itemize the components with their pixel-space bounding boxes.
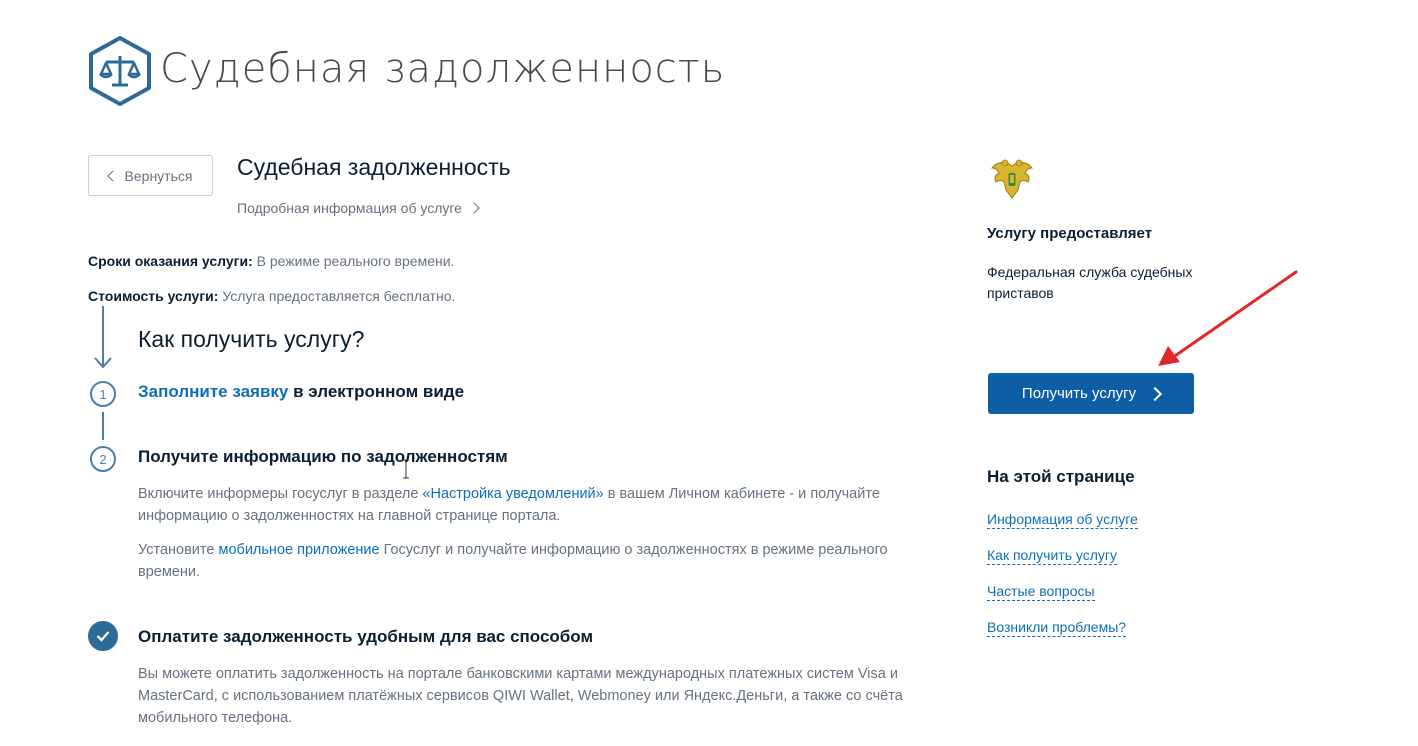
chevron-left-icon [106,170,119,182]
back-button-label: Вернуться [124,167,193,184]
step-2-p1-before: Включите информеры госуслуг в разделе [138,486,419,502]
anchor-how-to-get[interactable]: Как получить услугу [987,547,1118,565]
double-headed-eagle-emblem-icon [991,159,1033,199]
service-terms-label: Сроки оказания услуги: [88,253,253,269]
step-2-marker: 2 [90,446,116,472]
anchor-problems[interactable]: Возникли проблемы? [987,619,1127,637]
service-details-link[interactable]: Подробная информация об услуге [237,200,480,216]
how-to-heading: Как получить услугу? [138,326,365,352]
service-details-label: Подробная информация об услуге [237,200,462,216]
service-cost-label: Стоимость услуги: [88,288,219,304]
step-2-paragraph-2: Установите мобильное приложение Госуслуг… [138,539,928,583]
fill-application-link[interactable]: Заполните заявку [138,382,288,401]
steps-timeline [94,306,112,624]
step-1-number: 1 [99,386,107,402]
step-2-title: Получите информацию по задолженностям [138,447,508,466]
step-1-title: Заполните заявку в электронном виде [138,382,464,402]
get-service-button[interactable]: Получить услугу [988,373,1194,414]
service-cost: Стоимость услуги: Услуга предоставляется… [88,288,455,304]
anchor-faq[interactable]: Частые вопросы [987,583,1095,601]
step-3-text: Вы можете оплатить задолженность на порт… [138,666,903,726]
notification-settings-link[interactable]: «Настройка уведомлений» [422,486,603,502]
step-3-marker [88,621,118,651]
mobile-app-link[interactable]: мобильное приложение [218,542,379,558]
step-3-title: Оплатите задолженность удобным для вас с… [138,627,594,646]
chevron-right-icon [468,202,480,214]
service-title: Судебная задолженность [237,154,511,180]
step-2-number: 2 [99,451,107,467]
annotation-arrow [1158,270,1298,366]
provider-heading: Услугу предоставляет [987,225,1153,242]
scales-icon [89,36,151,106]
step-1-title-rest: в электронном виде [293,382,465,401]
back-button[interactable]: Вернуться [88,155,213,196]
service-terms-value: В режиме реального времени. [256,253,455,269]
service-terms: Сроки оказания услуги: В режиме реальног… [88,253,454,269]
anchor-service-info[interactable]: Информация об услуге [987,511,1138,529]
get-service-label: Получить услугу [1021,385,1137,402]
chevron-right-icon [1148,386,1163,401]
page-title: Судебная задолженность [160,46,726,92]
service-cost-value: Услуга предоставляется бесплатно. [222,288,456,304]
step-2-paragraph-1: Включите информеры госуслуг в разделе «Н… [138,483,928,527]
step-2-p2-before: Установите [138,542,215,558]
text-cursor-icon [403,459,409,479]
on-this-page-heading: На этой странице [987,467,1135,486]
step-1-marker: 1 [90,381,116,407]
checkmark-icon [96,631,110,642]
